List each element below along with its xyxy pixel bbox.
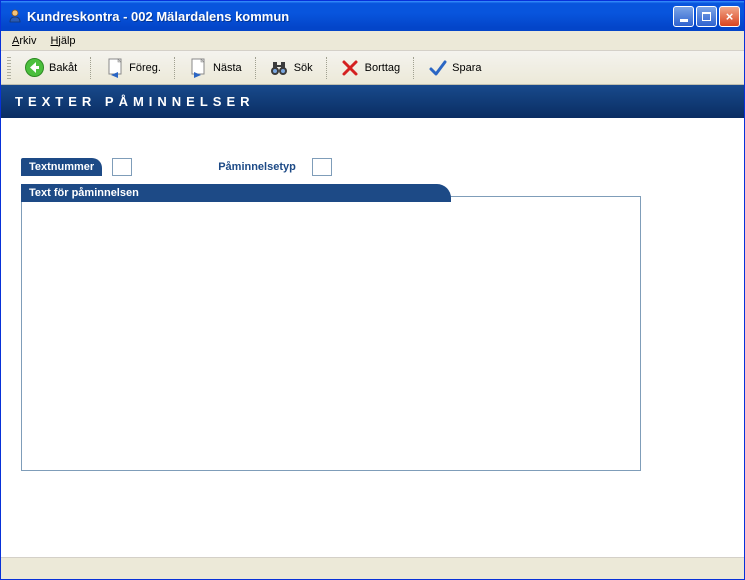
back-icon xyxy=(24,57,45,78)
minimize-icon xyxy=(680,19,688,22)
toolbar-separator xyxy=(413,57,414,79)
menu-hjalp[interactable]: Hjälp xyxy=(43,33,82,49)
save-label: Spara xyxy=(452,62,481,74)
statusbar xyxy=(1,557,744,579)
close-button[interactable]: × xyxy=(719,6,740,27)
delete-button[interactable]: Borttag xyxy=(333,53,407,82)
titlebar: Kundreskontra - 002 Mälardalens kommun × xyxy=(1,1,744,31)
textnummer-label: Textnummer xyxy=(21,158,102,176)
paminnelsetyp-input[interactable] xyxy=(312,158,332,176)
content-area: Textnummer Påminnelsetyp Text för påminn… xyxy=(1,118,744,557)
app-icon xyxy=(7,8,23,24)
search-button[interactable]: Sök xyxy=(262,53,320,82)
minimize-button[interactable] xyxy=(673,6,694,27)
checkmark-icon xyxy=(427,57,448,78)
app-window: Kundreskontra - 002 Mälardalens kommun ×… xyxy=(0,0,745,580)
back-label: Bakåt xyxy=(49,62,77,74)
menubar: Arkiv Hjälp xyxy=(1,31,744,51)
delete-label: Borttag xyxy=(365,62,400,74)
toolbar-separator xyxy=(90,57,91,79)
maximize-icon xyxy=(702,12,711,21)
prev-button[interactable]: Föreg. xyxy=(97,53,168,82)
back-button[interactable]: Bakåt xyxy=(17,53,84,82)
section-header: TEXTER PÅMINNELSER xyxy=(1,85,744,118)
reminder-text-group-label: Text för påminnelsen xyxy=(21,184,451,202)
search-label: Sök xyxy=(294,62,313,74)
delete-icon xyxy=(340,57,361,78)
close-icon: × xyxy=(726,10,734,23)
binoculars-icon xyxy=(269,57,290,78)
document-prev-icon xyxy=(104,57,125,78)
textnummer-input[interactable] xyxy=(112,158,132,176)
toolbar-separator xyxy=(174,57,175,79)
next-label: Nästa xyxy=(213,62,242,74)
next-button[interactable]: Nästa xyxy=(181,53,249,82)
toolbar-grip xyxy=(7,57,11,79)
save-button[interactable]: Spara xyxy=(420,53,488,82)
toolbar-separator xyxy=(255,57,256,79)
prev-label: Föreg. xyxy=(129,62,161,74)
reminder-text-group: Text för påminnelsen xyxy=(21,196,724,471)
window-title: Kundreskontra - 002 Mälardalens kommun xyxy=(27,9,671,24)
menu-arkiv[interactable]: Arkiv xyxy=(5,33,43,49)
document-next-icon xyxy=(188,57,209,78)
reminder-text-input[interactable] xyxy=(21,196,641,471)
maximize-button[interactable] xyxy=(696,6,717,27)
paminnelsetyp-label: Påminnelsetyp xyxy=(212,158,302,176)
toolbar-separator xyxy=(326,57,327,79)
field-row: Textnummer Påminnelsetyp xyxy=(21,158,724,176)
toolbar: Bakåt Föreg. Nästa xyxy=(1,51,744,85)
